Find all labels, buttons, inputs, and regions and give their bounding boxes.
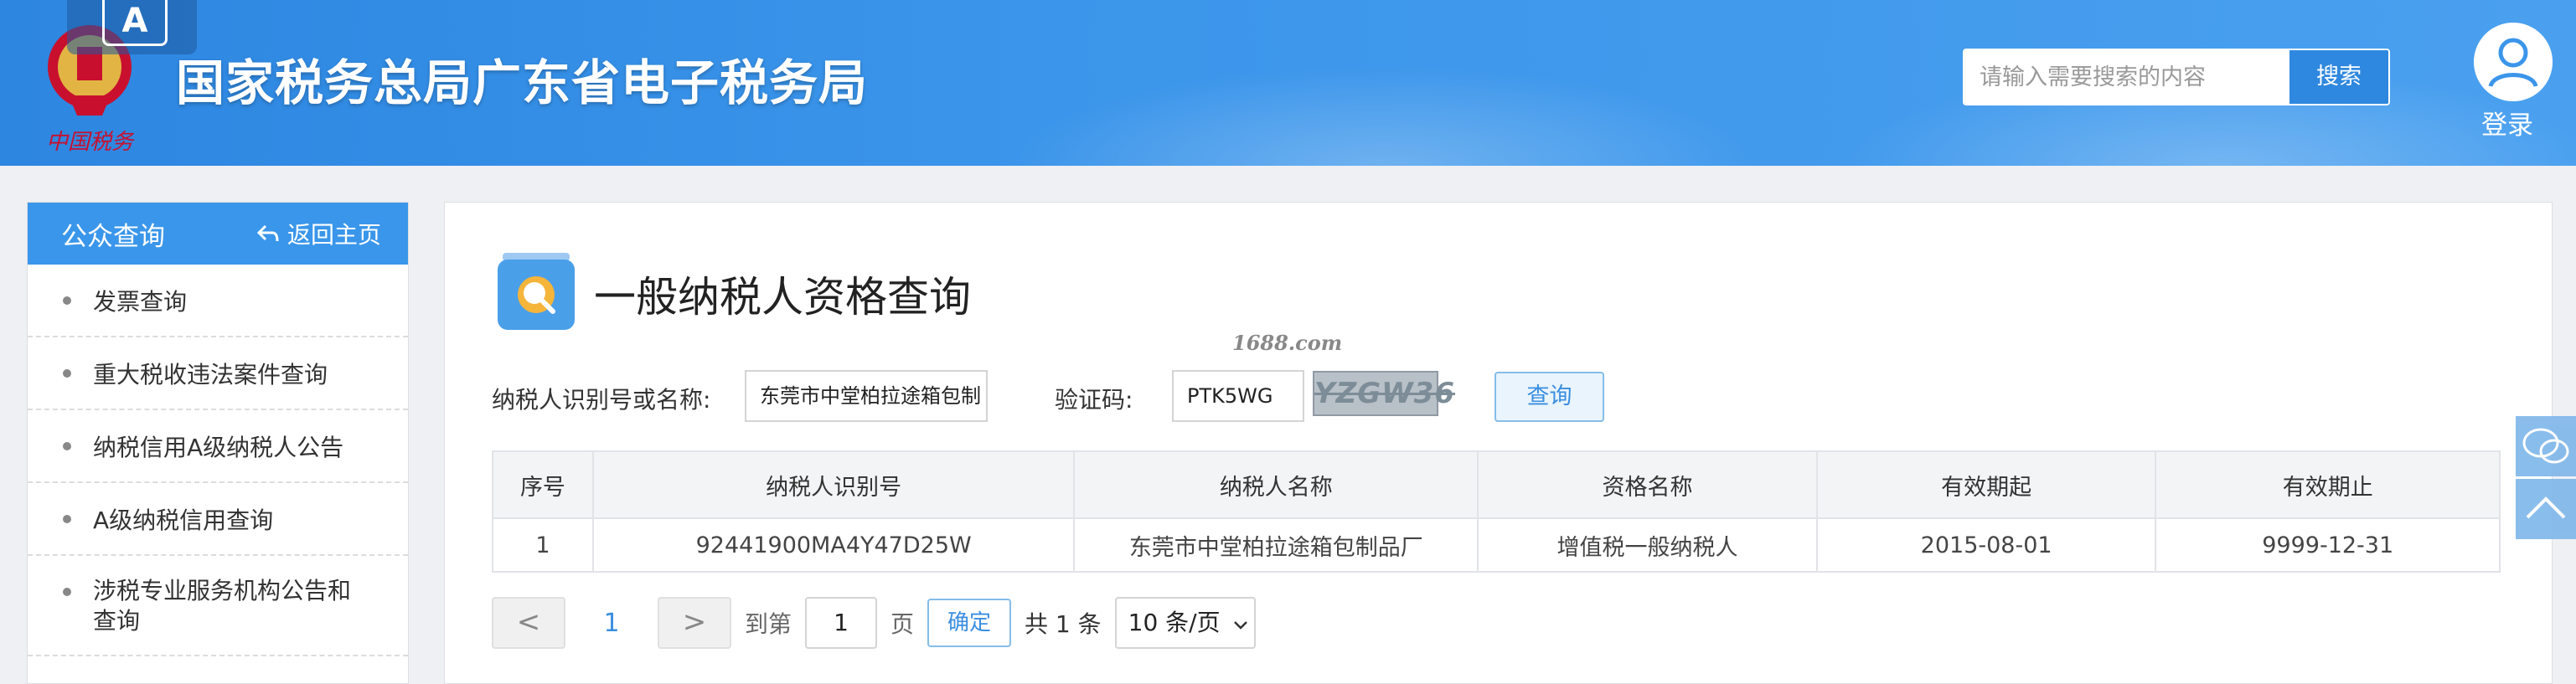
goto-page-input[interactable]: 1 bbox=[805, 597, 878, 649]
sidebar-item-label: 纳税信用A级纳税人公告 bbox=[93, 433, 344, 461]
prev-page-button[interactable]: < bbox=[492, 597, 565, 649]
back-to-top-button[interactable] bbox=[2516, 479, 2576, 539]
login-link[interactable]: 登录 bbox=[2481, 104, 2533, 141]
page-title: 一般纳税人资格查询 bbox=[594, 273, 971, 321]
table-cell: 9999-12-31 bbox=[2155, 517, 2501, 573]
taxpayer-label: 纳税人识别号或名称: bbox=[492, 386, 711, 414]
captcha-input[interactable]: PTK5WG bbox=[1172, 370, 1304, 422]
column-header: 资格名称 bbox=[1477, 450, 1818, 519]
bullet-icon bbox=[63, 588, 71, 596]
total-count: 共 1 条 bbox=[1025, 610, 1102, 638]
sidebar-item-major-violation[interactable]: 重大税收违法案件查询 bbox=[28, 337, 408, 410]
column-header: 序号 bbox=[492, 450, 594, 519]
chevron-down-icon bbox=[1233, 621, 1247, 630]
taxpayer-input[interactable]: 东莞市中堂柏拉途箱包制 bbox=[745, 370, 988, 422]
sidebar-item-a-credit-notice[interactable]: 纳税信用A级纳税人公告 bbox=[28, 410, 408, 483]
column-header: 纳税人名称 bbox=[1073, 450, 1479, 519]
search-button[interactable]: 搜索 bbox=[2289, 50, 2388, 104]
query-search-icon bbox=[498, 253, 575, 330]
site-header: 中国税务 A 国家税务总局广东省电子税务局 搜索 登录 bbox=[0, 0, 2576, 166]
goto-label: 到第 bbox=[745, 610, 792, 638]
chevron-up-icon bbox=[2526, 496, 2566, 519]
captcha-image[interactable]: YZGW36 bbox=[1313, 371, 1455, 416]
table-cell: 92441900MA4Y47D25W bbox=[591, 517, 1076, 573]
page-unit-label: 页 bbox=[891, 610, 915, 638]
column-header: 有效期止 bbox=[2155, 450, 2501, 519]
sidebar-item-label: 重大税收违法案件查询 bbox=[93, 360, 328, 388]
bullet-icon bbox=[63, 441, 71, 450]
sidebar-item-invoice-query[interactable]: 发票查询 bbox=[28, 265, 408, 337]
table-cell: 1 bbox=[492, 517, 594, 573]
wechat-float-button[interactable] bbox=[2516, 416, 2576, 476]
sidebar-title: 公众查询 bbox=[61, 221, 165, 252]
page-size-value: 10 条/页 bbox=[1128, 609, 1221, 636]
sidebar-item-label: 涉税专业服务机构公告和查询 bbox=[93, 577, 352, 635]
captcha-label: 验证码: bbox=[1055, 386, 1133, 414]
pagination: < 1 > 到第 1 页 确定 共 1 条 10 条/页 bbox=[492, 597, 1256, 649]
table-cell: 东莞市中堂柏拉途箱包制品厂 bbox=[1073, 517, 1479, 573]
table-cell: 2015-08-01 bbox=[1815, 517, 2157, 573]
sidebar: 公众查询 返回主页 发票查询 重大税收违法案件查询 纳税信用A级纳税人公告 A级… bbox=[27, 202, 409, 684]
site-title: 国家税务总局广东省电子税务局 bbox=[176, 54, 869, 111]
table-cell: 增值税一般纳税人 bbox=[1477, 517, 1818, 573]
search-box: 搜索 bbox=[1963, 49, 2390, 105]
query-button[interactable]: 查询 bbox=[1494, 372, 1604, 422]
result-table: 序号 纳税人识别号 纳税人名称 资格名称 有效期起 有效期止 1 9244190… bbox=[492, 450, 2501, 573]
sidebar-item-a-credit-query[interactable]: A级纳税信用查询 bbox=[28, 483, 408, 556]
watermark-text: 1688.com bbox=[1232, 331, 1343, 355]
captcha-image-text: YZGW36 bbox=[1314, 377, 1455, 410]
wechat-icon bbox=[2522, 428, 2569, 464]
bullet-icon bbox=[63, 368, 71, 378]
mountain-decoration bbox=[1005, 65, 1759, 166]
back-home-label: 返回主页 bbox=[287, 221, 381, 249]
goto-confirm-button[interactable]: 确定 bbox=[927, 599, 1012, 647]
table-row: 1 92441900MA4Y47D25W 东莞市中堂柏拉途箱包制品厂 增值税一般… bbox=[492, 517, 2501, 573]
main-panel: 一般纳税人资格查询 1688.com 纳税人识别号或名称: 东莞市中堂柏拉途箱包… bbox=[444, 202, 2553, 684]
sidebar-item-label: A级纳税信用查询 bbox=[93, 506, 274, 534]
back-home-link[interactable]: 返回主页 bbox=[256, 217, 381, 250]
page-number-current[interactable]: 1 bbox=[565, 609, 658, 638]
page-size-select[interactable]: 10 条/页 bbox=[1114, 597, 1256, 649]
column-header: 纳税人识别号 bbox=[591, 450, 1076, 519]
search-input[interactable] bbox=[1964, 50, 2289, 104]
user-avatar-icon[interactable] bbox=[2474, 23, 2553, 101]
sidebar-item-service-agency[interactable]: 涉税专业服务机构公告和查询 bbox=[28, 556, 408, 656]
bullet-icon bbox=[63, 514, 71, 523]
sidebar-item-label: 发票查询 bbox=[93, 287, 188, 316]
accessibility-icon: A bbox=[102, 0, 168, 46]
emblem-text: 中国税务 bbox=[46, 130, 135, 155]
back-arrow-icon bbox=[256, 224, 279, 242]
table-header-row: 序号 纳税人识别号 纳税人名称 资格名称 有效期起 有效期止 bbox=[492, 450, 2501, 519]
bullet-icon bbox=[63, 296, 71, 305]
next-page-button[interactable]: > bbox=[658, 597, 731, 649]
column-header: 有效期起 bbox=[1815, 450, 2157, 519]
sidebar-header: 公众查询 返回主页 bbox=[28, 203, 408, 265]
